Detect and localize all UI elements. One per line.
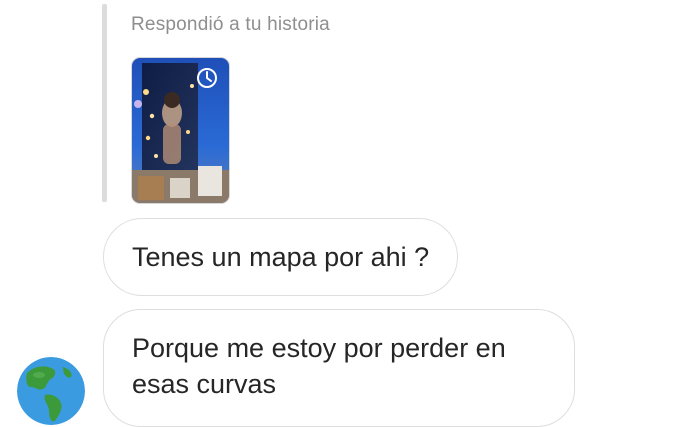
globe-americas-icon <box>17 357 85 425</box>
message-text-line: Porque me estoy por perder en <box>132 333 506 363</box>
story-reply-caption: Respondió a tu historia <box>131 14 330 35</box>
sender-avatar[interactable] <box>17 357 85 425</box>
message-bubble[interactable]: Tenes un mapa por ahi ? <box>103 218 459 296</box>
message-bubble[interactable]: Porque me estoy por perder en esas curva… <box>103 309 575 427</box>
story-thumbnail[interactable] <box>131 57 230 204</box>
message-text: Tenes un mapa por ahi ? <box>132 242 430 272</box>
story-thumbnail-image <box>132 58 229 203</box>
story-reply-bar <box>102 4 107 202</box>
message-text-line: esas curvas <box>132 369 277 399</box>
